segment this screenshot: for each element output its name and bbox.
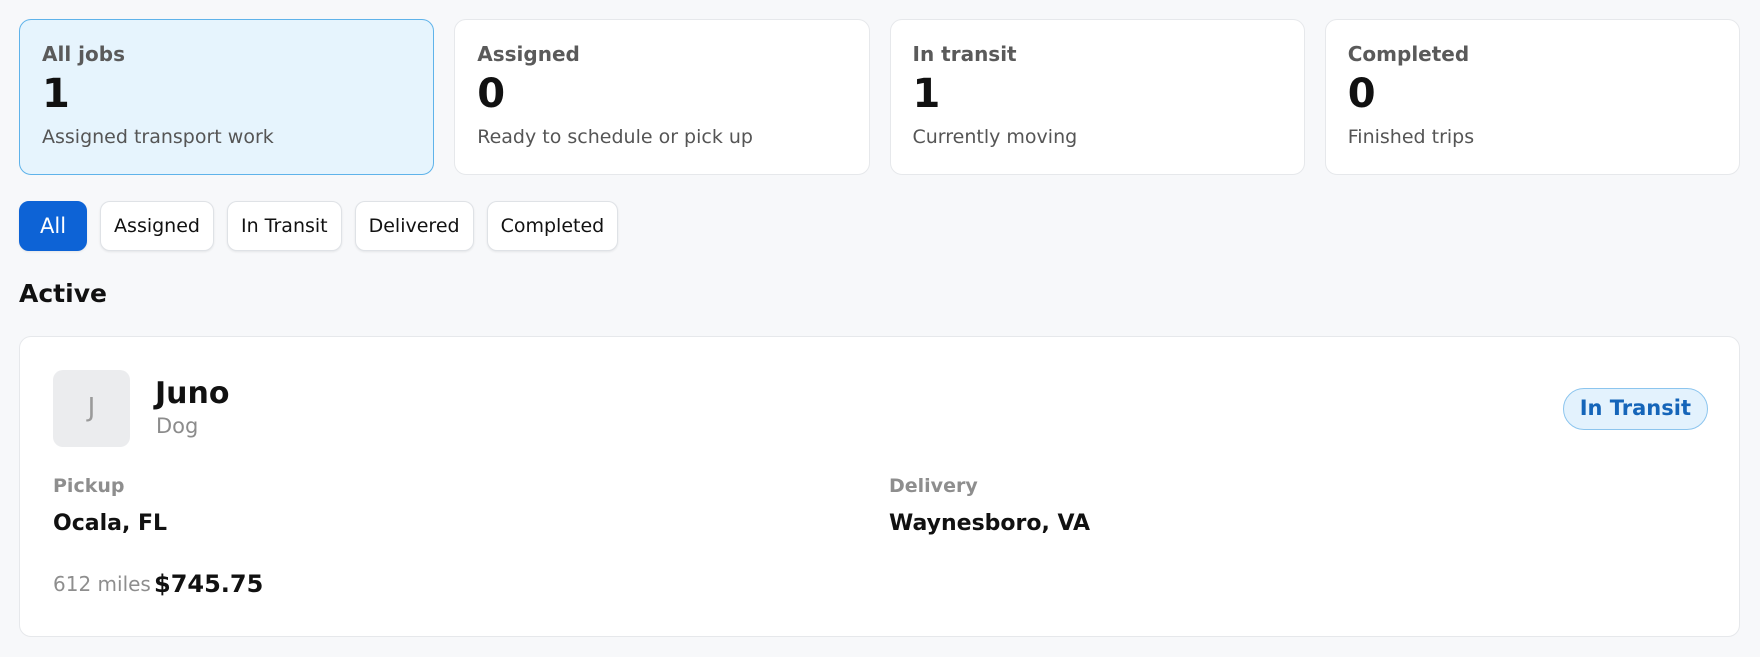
status-filter-bar: All Assigned In Transit Delivered Comple… (19, 201, 619, 251)
avatar: J (53, 370, 130, 447)
stat-card-completed[interactable]: Completed 0 Finished trips (1324, 19, 1740, 175)
filter-in-transit-button[interactable]: In Transit (226, 201, 342, 251)
stat-label: Assigned (477, 42, 580, 66)
filter-all-button[interactable]: All (19, 201, 88, 251)
stat-card-in-transit[interactable]: In transit 1 Currently moving (889, 19, 1305, 175)
stat-value: 0 (1347, 71, 1376, 117)
stats-row: All jobs 1 Assigned transport work Assig… (19, 19, 1740, 175)
pickup-label: Pickup (53, 475, 125, 497)
filter-assigned-button[interactable]: Assigned (100, 201, 214, 251)
stat-value: 1 (912, 71, 941, 117)
stat-description: Currently moving (912, 126, 1078, 148)
trip-price: $745.75 (154, 570, 264, 598)
stat-description: Finished trips (1347, 126, 1475, 148)
filter-completed-button[interactable]: Completed (486, 201, 619, 251)
stat-value: 0 (477, 71, 506, 117)
stat-card-all-jobs[interactable]: All jobs 1 Assigned transport work (19, 19, 435, 175)
status-badge: In Transit (1562, 388, 1708, 430)
delivery-location: Waynesboro, VA (889, 511, 1091, 536)
delivery-label: Delivery (889, 475, 978, 497)
section-title: Active (19, 279, 107, 308)
stat-label: Completed (1347, 42, 1470, 66)
stat-value: 1 (42, 71, 70, 117)
pickup-location: Ocala, FL (53, 511, 168, 536)
stat-label: In transit (912, 42, 1017, 66)
pet-name: Juno (155, 376, 230, 411)
pet-type: Dog (156, 414, 199, 438)
stat-description: Ready to schedule or pick up (477, 126, 753, 148)
stat-card-assigned[interactable]: Assigned 0 Ready to schedule or pick up (454, 19, 870, 175)
job-card[interactable]: J Juno Dog In Transit Pickup Ocala, FL D… (19, 336, 1740, 637)
filter-delivered-button[interactable]: Delivered (354, 201, 474, 251)
stat-label: All jobs (42, 42, 125, 66)
trip-distance: 612 miles (53, 572, 151, 596)
stat-description: Assigned transport work (42, 126, 274, 148)
